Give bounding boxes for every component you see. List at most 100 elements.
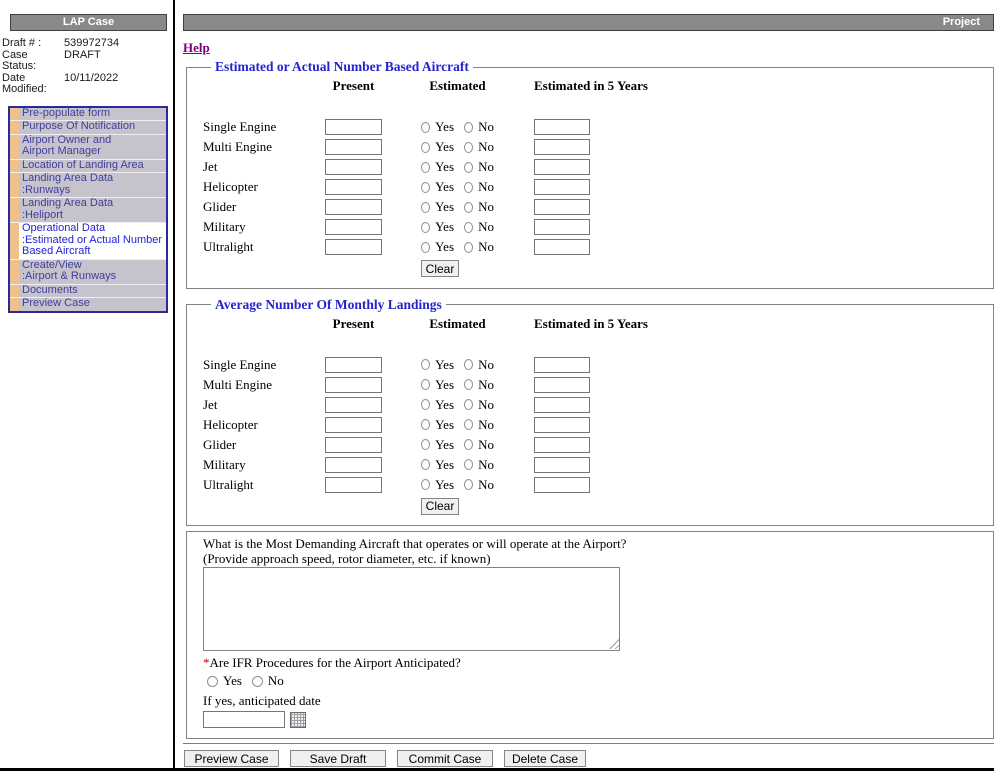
estimated-column-header: Estimated [421,316,494,332]
calendar-icon[interactable] [290,712,306,728]
case-info-row: Case Status: DRAFT [2,50,173,73]
estimated-no-radio[interactable] [464,479,473,490]
estimated-no-radio[interactable] [464,379,473,390]
footer-action-button[interactable]: Save Draft [290,750,386,767]
estimated-5-years-input[interactable] [534,139,590,155]
clear-button[interactable]: Clear [421,498,459,515]
anticipated-date-input[interactable] [203,711,285,728]
help-link[interactable]: Help [183,40,210,56]
estimated-no-radio[interactable] [464,399,473,410]
estimated-5-years-input[interactable] [534,179,590,195]
ifr-yes-radio[interactable] [207,676,218,687]
estimated-no-radio[interactable] [464,182,473,193]
present-input[interactable] [325,139,382,155]
footer-action-button[interactable]: Preview Case [184,750,279,767]
estimated-no-radio[interactable] [464,359,473,370]
present-input[interactable] [325,417,382,433]
present-input[interactable] [325,239,382,255]
estimated-yes-radio[interactable] [421,122,430,133]
present-input[interactable] [325,477,382,493]
sidebar-item[interactable]: Documents [10,285,166,299]
sidebar-item[interactable]: Airport Owner and Airport Manager [10,135,166,160]
aircraft-row: Ultralight Yes No [203,475,993,495]
bottom-border-bar [0,768,994,771]
sidebar-item[interactable]: Landing Area Data :Heliport [10,198,166,223]
case-info-row: Date Modified: 10/11/2022 [2,73,173,96]
footer-action-button[interactable]: Delete Case [504,750,586,767]
estimated-no-radio[interactable] [464,162,473,173]
estimated-yes-radio[interactable] [421,202,430,213]
sidebar-item[interactable]: Create/View :Airport & Runways [10,260,166,285]
estimated-radio-group: Yes No [421,397,494,413]
estimated-no-radio[interactable] [464,242,473,253]
no-label: No [478,457,494,473]
estimated-5-years-input[interactable] [534,397,590,413]
yes-label: Yes [435,357,454,373]
estimated-yes-radio[interactable] [421,479,430,490]
estimated-yes-radio[interactable] [421,222,430,233]
estimated-5-years-input[interactable] [534,417,590,433]
estimated-5-years-input[interactable] [534,357,590,373]
estimated-5-years-input[interactable] [534,159,590,175]
estimated-yes-radio[interactable] [421,359,430,370]
yes-label: Yes [435,377,454,393]
sidebar-item[interactable]: Landing Area Data :Runways [10,173,166,198]
sidebar-item[interactable]: Pre-populate form [10,108,166,122]
estimated-radio-group: Yes No [421,199,494,215]
aircraft-type-label: Ultralight [203,477,325,493]
clear-button[interactable]: Clear [421,260,459,277]
estimated-yes-radio[interactable] [421,142,430,153]
estimated-yes-radio[interactable] [421,242,430,253]
estimated-5-years-input[interactable] [534,437,590,453]
no-label: No [478,397,494,413]
estimated-no-radio[interactable] [464,419,473,430]
sidebar-item[interactable]: Purpose Of Notification [10,121,166,135]
estimated-5-years-input[interactable] [534,119,590,135]
aircraft-type-label: Multi Engine [203,377,325,393]
section-based-aircraft: Estimated or Actual Number Based Aircraf… [186,59,994,289]
estimated-radio-group: Yes No [421,377,494,393]
estimated-5-years-input[interactable] [534,239,590,255]
estimated-yes-radio[interactable] [421,419,430,430]
estimated-5-years-input[interactable] [534,219,590,235]
estimated-no-radio[interactable] [464,459,473,470]
estimated-5-years-input[interactable] [534,199,590,215]
estimated-5-years-input[interactable] [534,457,590,473]
estimated-yes-radio[interactable] [421,399,430,410]
present-input[interactable] [325,179,382,195]
present-input[interactable] [325,119,382,135]
estimated-no-radio[interactable] [464,202,473,213]
estimated-no-radio[interactable] [464,439,473,450]
ifr-question: *Are IFR Procedures for the Airport Anti… [203,655,993,671]
sidebar-item[interactable]: Preview Case [10,298,166,311]
estimated-yes-radio[interactable] [421,162,430,173]
estimated-yes-radio[interactable] [421,439,430,450]
present-input[interactable] [325,199,382,215]
estimated-5-years-input[interactable] [534,477,590,493]
sidebar-item[interactable]: Location of Landing Area [10,160,166,174]
yes-label: Yes [435,437,454,453]
estimated-yes-radio[interactable] [421,182,430,193]
column-headers: Present Estimated Estimated in 5 Years [203,78,993,94]
present-input[interactable] [325,457,382,473]
present-input[interactable] [325,357,382,373]
present-input[interactable] [325,159,382,175]
estimated-yes-radio[interactable] [421,379,430,390]
demanding-aircraft-textarea[interactable] [203,567,620,651]
estimated-radio-group: Yes No [421,477,494,493]
estimated-no-radio[interactable] [464,142,473,153]
project-header: Project [183,14,994,31]
estimated-yes-radio[interactable] [421,459,430,470]
yes-label: Yes [435,477,454,493]
estimated-no-radio[interactable] [464,122,473,133]
estimated-no-radio[interactable] [464,222,473,233]
present-column-header: Present [325,78,382,94]
ifr-no-radio[interactable] [252,676,263,687]
footer-action-button[interactable]: Commit Case [397,750,493,767]
estimated-5-years-input[interactable] [534,377,590,393]
present-input[interactable] [325,397,382,413]
present-input[interactable] [325,377,382,393]
sidebar-item[interactable]: Operational Data :Estimated or Actual Nu… [10,223,166,260]
present-input[interactable] [325,437,382,453]
present-input[interactable] [325,219,382,235]
